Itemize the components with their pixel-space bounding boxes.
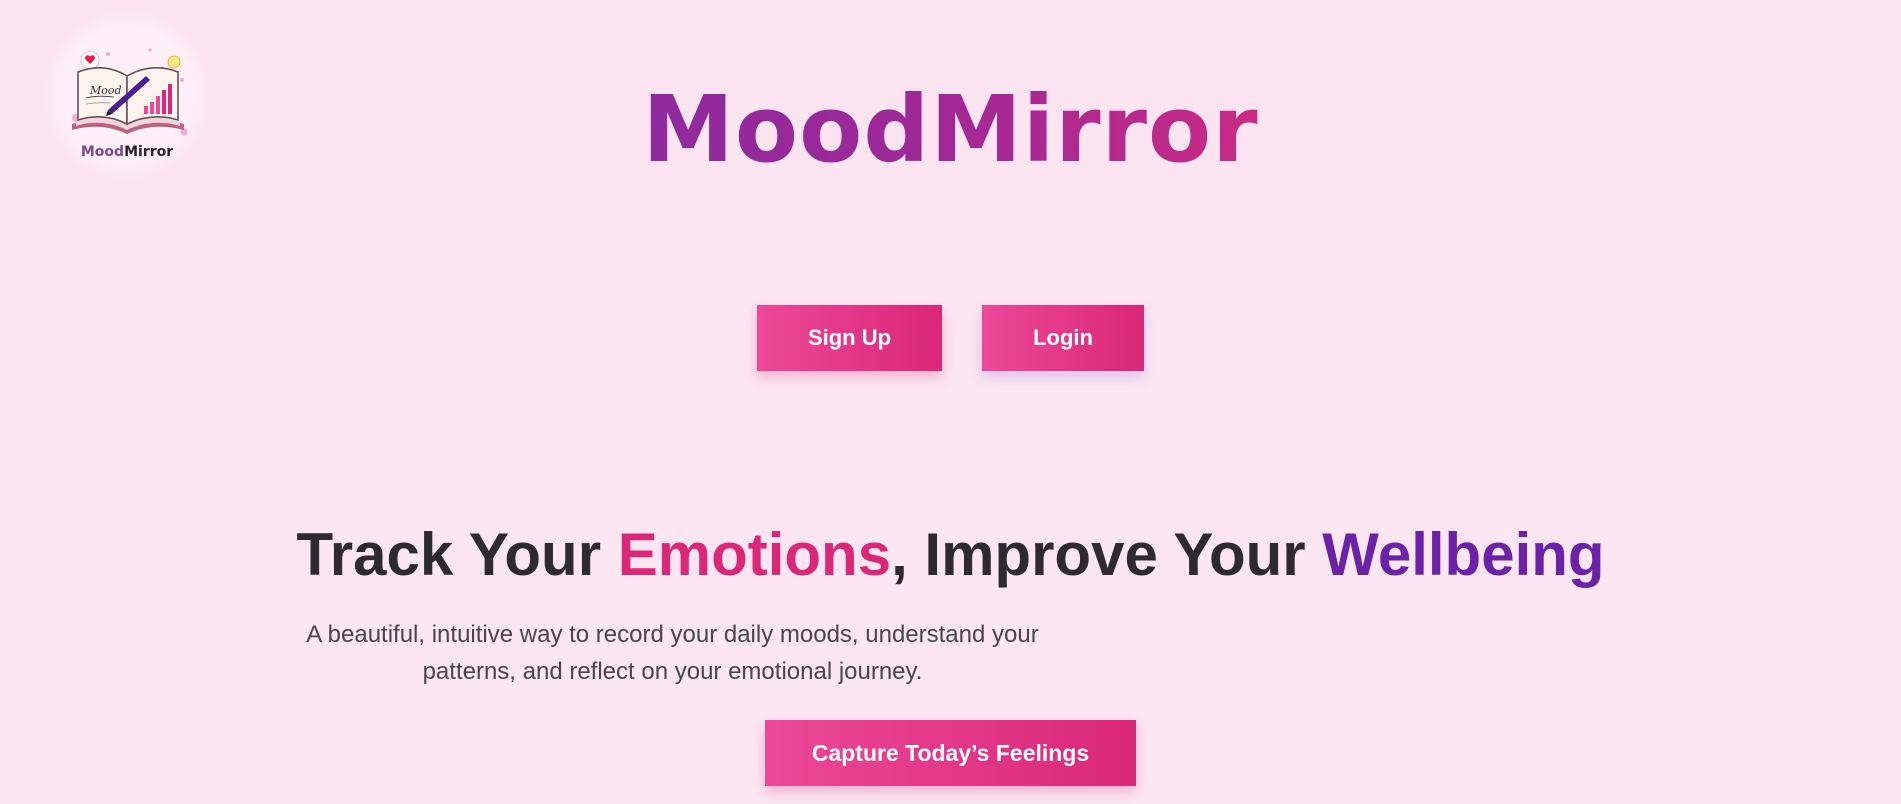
sign-up-button[interactable]: Sign Up (757, 305, 942, 371)
brand-title-text: MoodMirror (642, 76, 1259, 183)
headline-highlight-wellbeing: Wellbeing (1322, 521, 1605, 588)
brand-title: MoodMirror (0, 84, 1901, 176)
hero-headline: Track Your Emotions, Improve Your Wellbe… (0, 520, 1901, 589)
headline-part1: Track Your (296, 521, 618, 588)
headline-part2: , Improve Your (891, 521, 1323, 588)
capture-feelings-button[interactable]: Capture Today’s Feelings (765, 720, 1136, 786)
login-button[interactable]: Login (982, 305, 1144, 371)
headline-highlight-emotions: Emotions (617, 521, 892, 588)
hero-tagline: A beautiful, intuitive way to record you… (306, 621, 1039, 685)
